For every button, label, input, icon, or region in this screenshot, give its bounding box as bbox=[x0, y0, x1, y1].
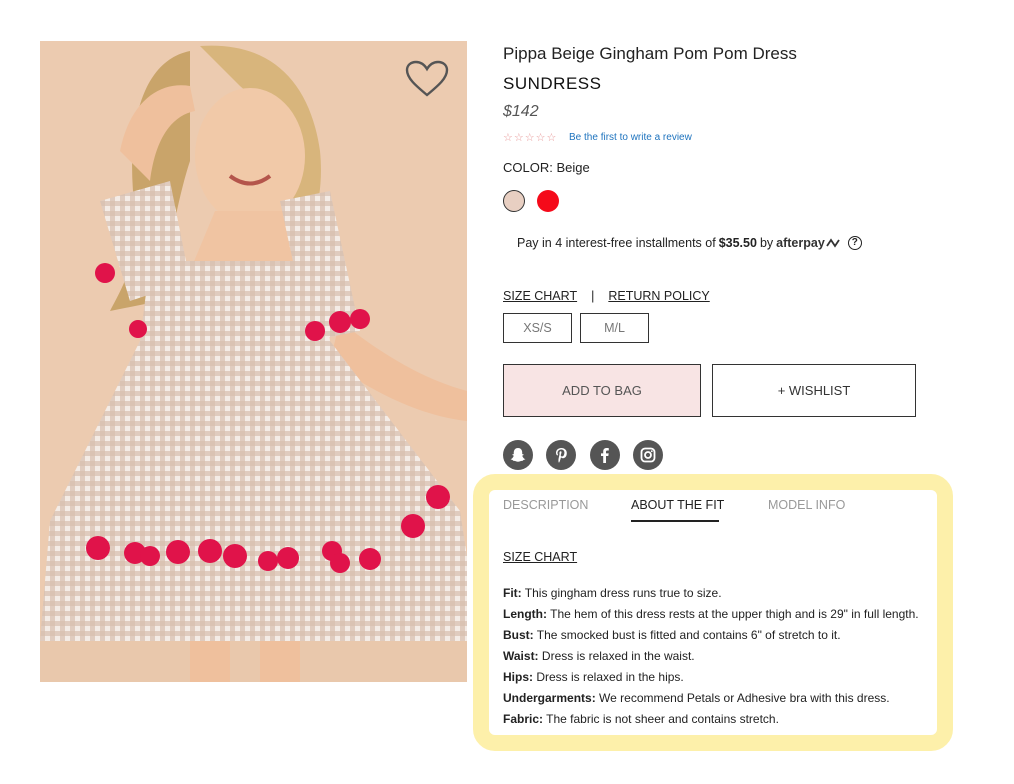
product-image bbox=[40, 41, 467, 682]
product-title: Pippa Beige Gingham Pom Pom Dress bbox=[503, 44, 797, 63]
pinterest-icon[interactable] bbox=[546, 440, 576, 470]
heart-icon[interactable] bbox=[405, 60, 449, 98]
write-review-link[interactable]: Be the first to write a review bbox=[569, 132, 692, 143]
fit-detail-hips: Hips: Dress is relaxed in the hips. bbox=[503, 670, 684, 684]
fit-detail-bust: Bust: The smocked bust is fitted and con… bbox=[503, 628, 841, 642]
product-subtitle: SUNDRESS bbox=[503, 74, 602, 93]
afterpay-amount: $35.50 bbox=[718, 236, 757, 250]
link-separator: | bbox=[591, 289, 595, 303]
fit-detail-text: Dress is relaxed in the hips. bbox=[536, 670, 684, 684]
fit-detail-label: Undergarments: bbox=[503, 691, 596, 705]
fit-detail-label: Bust: bbox=[503, 628, 534, 642]
fit-detail-text: This gingham dress runs true to size. bbox=[524, 586, 722, 600]
tab-model-info[interactable]: MODEL INFO bbox=[768, 498, 845, 512]
return-policy-link[interactable]: RETURN POLICY bbox=[608, 289, 709, 303]
fit-detail-label: Fit: bbox=[503, 586, 522, 600]
fit-detail-waist: Waist: Dress is relaxed in the waist. bbox=[503, 649, 695, 663]
fit-detail-undergarments: Undergarments: We recommend Petals or Ad… bbox=[503, 691, 890, 705]
size-chart-link[interactable]: SIZE CHART bbox=[503, 289, 577, 303]
tab-about-the-fit[interactable]: ABOUT THE FIT bbox=[631, 498, 724, 512]
fit-detail-label: Length: bbox=[503, 607, 547, 621]
fit-detail-text: The hem of this dress rests at the upper… bbox=[550, 607, 919, 621]
fit-detail-text: We recommend Petals or Adhesive bra with… bbox=[599, 691, 890, 705]
fit-detail-fabric: Fabric: The fabric is not sheer and cont… bbox=[503, 712, 779, 726]
fit-detail-text: Dress is relaxed in the waist. bbox=[541, 649, 695, 663]
rating-stars: ☆☆☆☆☆ bbox=[503, 132, 558, 144]
fit-detail-length: Length: The hem of this dress rests at t… bbox=[503, 607, 919, 621]
fit-size-chart-link[interactable]: SIZE CHART bbox=[503, 550, 577, 564]
product-price: $142 bbox=[503, 103, 539, 120]
tab-description[interactable]: DESCRIPTION bbox=[503, 498, 588, 512]
afterpay-logo-icon bbox=[826, 238, 840, 248]
help-icon[interactable]: ? bbox=[847, 236, 862, 250]
fit-detail-label: Waist: bbox=[503, 649, 539, 663]
size-option-xs-s[interactable]: XS/S bbox=[503, 313, 572, 343]
color-label: COLOR: Beige bbox=[503, 160, 590, 175]
afterpay-prefix: Pay in 4 interest-free installments of bbox=[517, 236, 716, 250]
fit-detail-label: Hips: bbox=[503, 670, 533, 684]
add-to-bag-button[interactable]: ADD TO BAG bbox=[503, 364, 701, 417]
color-swatch-red[interactable] bbox=[537, 190, 559, 212]
instagram-icon[interactable] bbox=[633, 440, 663, 470]
fit-detail-text: The fabric is not sheer and contains str… bbox=[546, 712, 779, 726]
snapchat-icon[interactable] bbox=[503, 440, 533, 470]
info-links: SIZE CHART | RETURN POLICY bbox=[503, 289, 710, 303]
afterpay-logo: afterpay bbox=[776, 236, 825, 250]
afterpay-message: Pay in 4 interest-free installments of $… bbox=[517, 236, 862, 250]
afterpay-by: by bbox=[759, 236, 774, 250]
fit-detail-fit: Fit: This gingham dress runs true to siz… bbox=[503, 586, 722, 600]
color-swatch-beige[interactable] bbox=[503, 190, 525, 212]
wishlist-button[interactable]: + WISHLIST bbox=[712, 364, 916, 417]
fit-detail-text: The smocked bust is fitted and contains … bbox=[536, 628, 841, 642]
facebook-icon[interactable] bbox=[590, 440, 620, 470]
active-tab-indicator bbox=[631, 520, 719, 522]
size-option-m-l[interactable]: M/L bbox=[580, 313, 649, 343]
fit-detail-label: Fabric: bbox=[503, 712, 544, 726]
